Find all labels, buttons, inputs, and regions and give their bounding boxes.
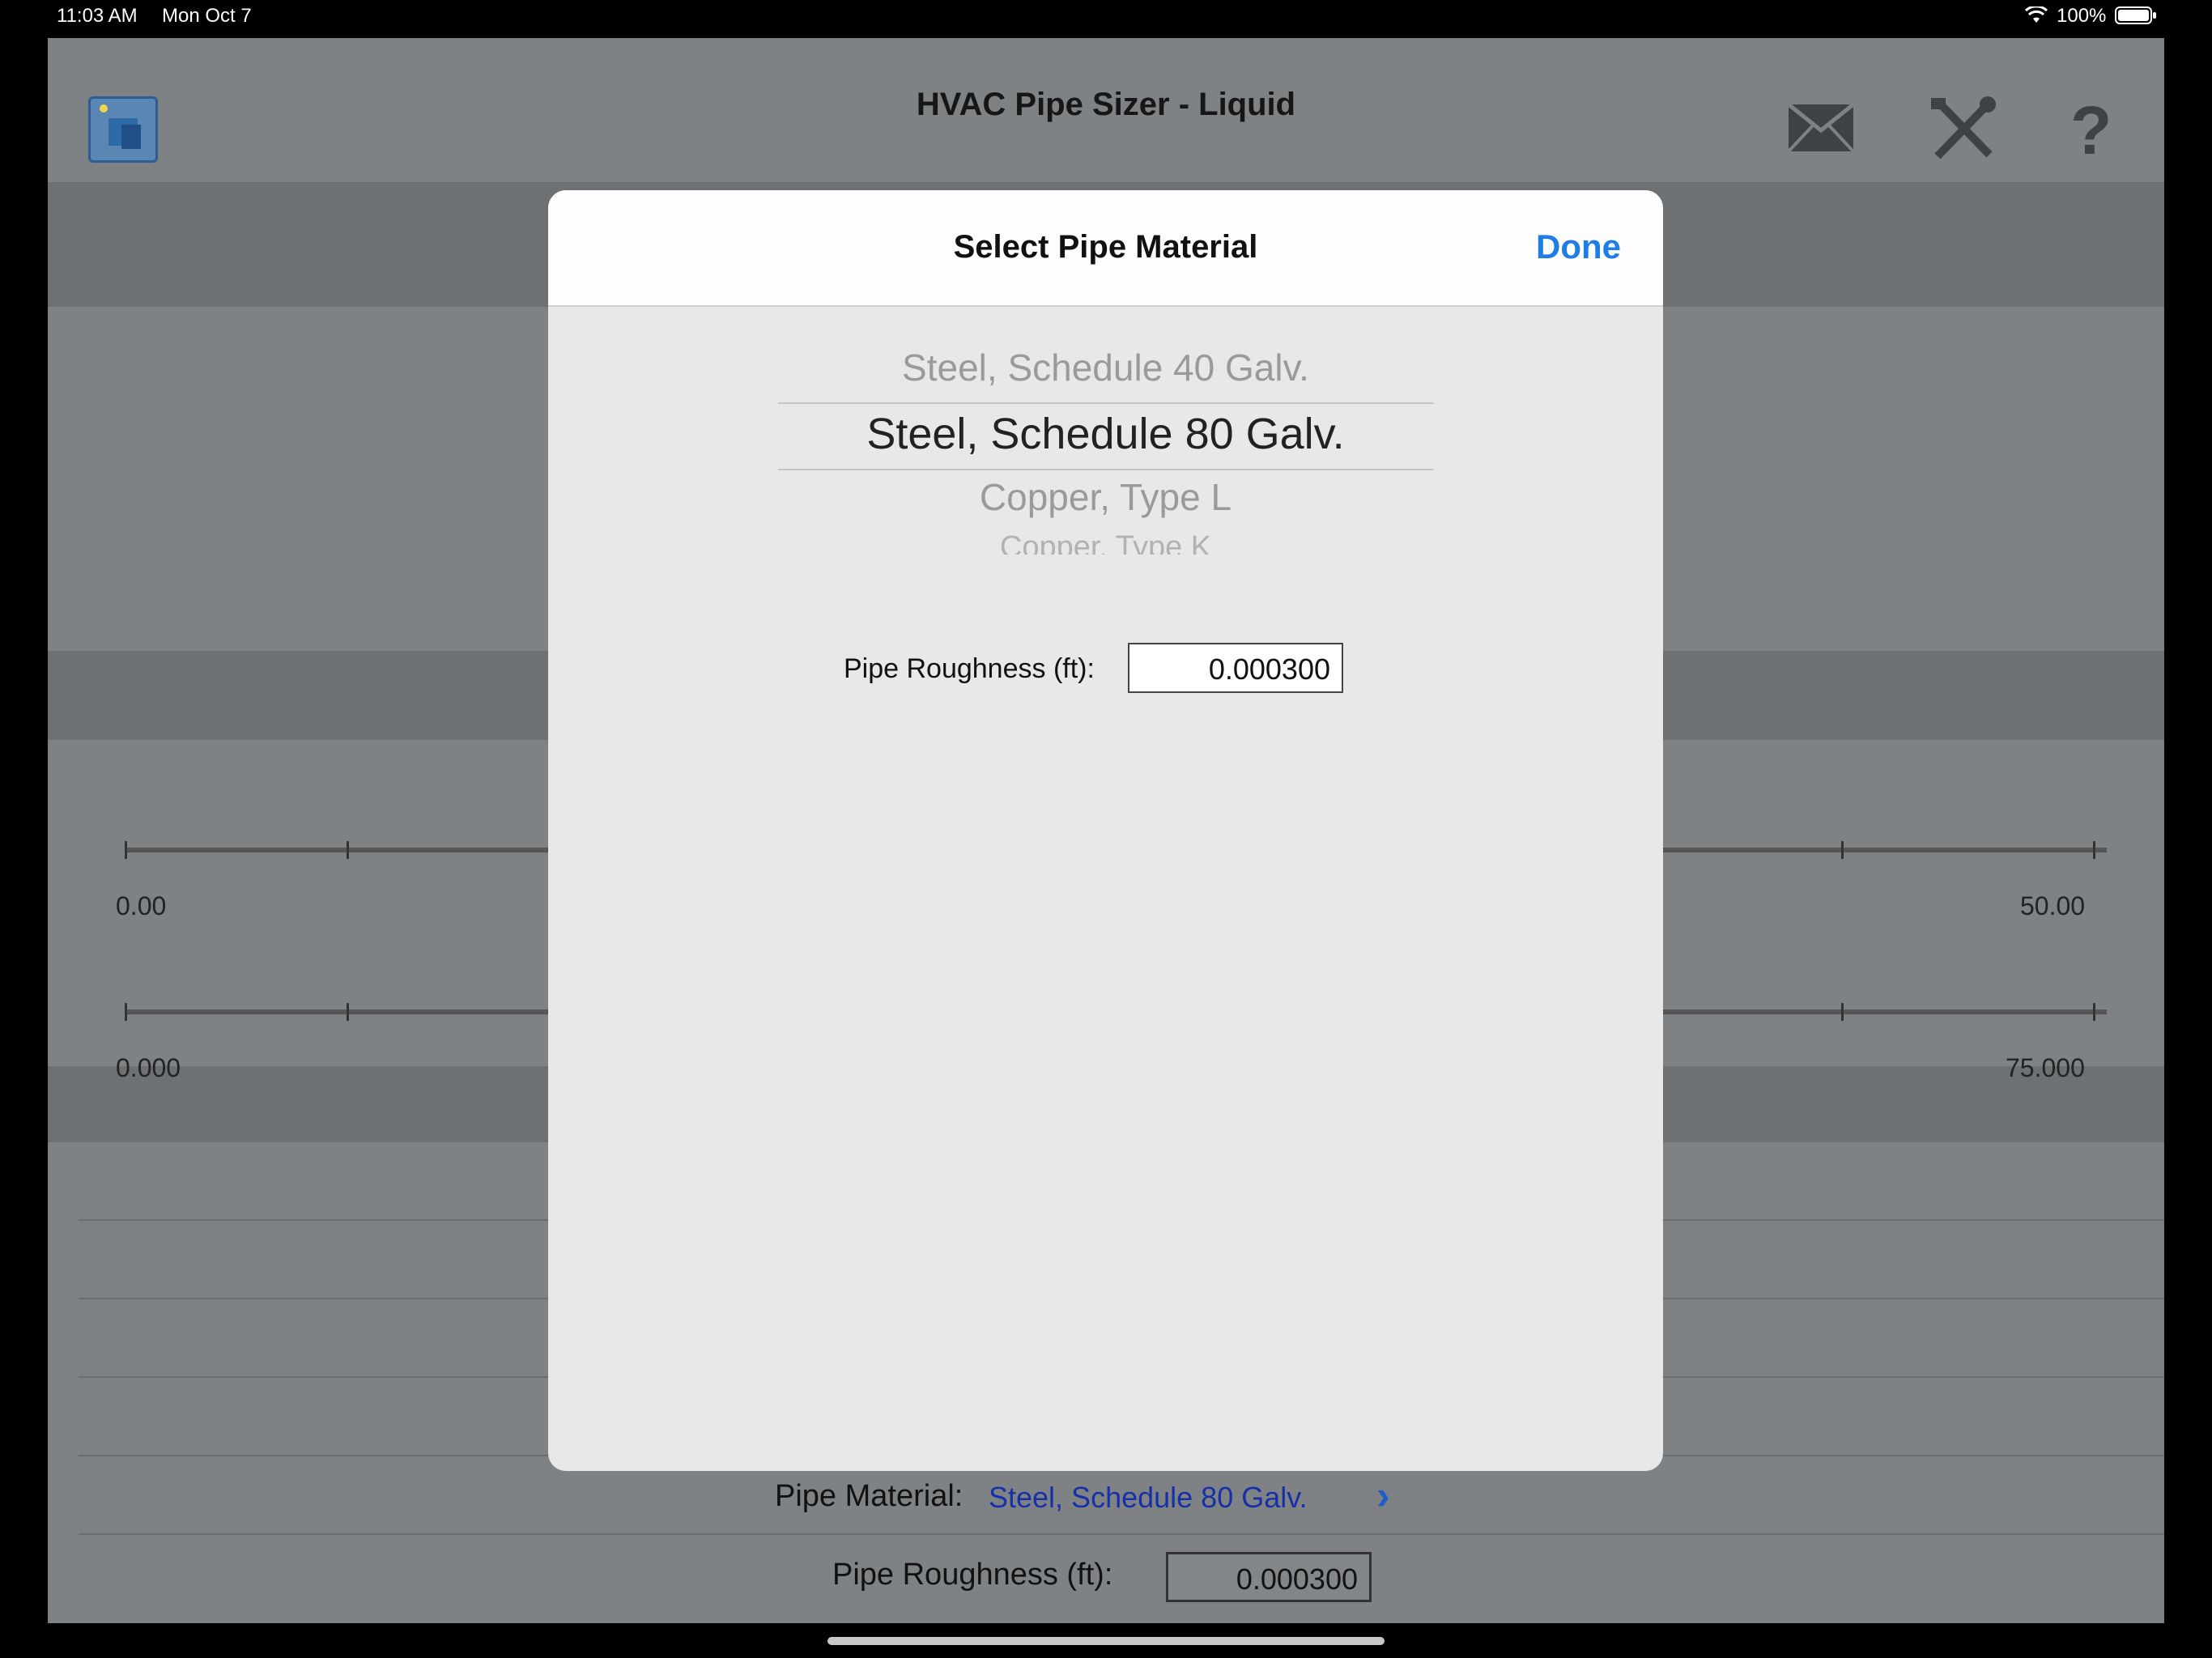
slider-tick — [1841, 1003, 1844, 1021]
slider-tick — [2093, 841, 2095, 859]
scale-max-label: 75.000 — [2006, 1053, 2085, 1082]
battery-percent: 100% — [2057, 5, 2107, 27]
status-time: 11:03 AM — [57, 5, 138, 27]
pipe-material-label: Pipe Material: — [775, 1479, 963, 1513]
slider-tick — [347, 1003, 349, 1021]
modal-pipe-roughness-label: Pipe Roughness (ft): — [844, 653, 1095, 684]
scale-min-label: 0.000 — [116, 1053, 181, 1082]
done-button[interactable]: Done — [1536, 227, 1621, 266]
help-icon[interactable]: ? — [2070, 91, 2112, 170]
wifi-icon — [2024, 5, 2048, 24]
slider-tick — [1841, 841, 1844, 859]
slider-tick — [125, 1003, 127, 1021]
modal-pipe-roughness-field[interactable]: 0.000300 — [1128, 643, 1343, 693]
pipe-roughness-field[interactable]: 0.000300 — [1166, 1552, 1372, 1602]
pipe-material-picker[interactable]: Steel, Schedule 40 Galv. Steel, Schedule… — [548, 305, 1663, 726]
slider-tick — [2093, 1003, 2095, 1021]
picker-selection-line — [778, 402, 1434, 404]
chevron-right-icon[interactable]: › — [1376, 1472, 1390, 1519]
pipe-material-value[interactable]: Steel, Schedule 80 Galv. — [989, 1481, 1308, 1515]
picker-option-selected[interactable]: Steel, Schedule 80 Galv. — [548, 409, 1663, 459]
slider-tick — [125, 841, 127, 859]
picker-selection-line — [778, 469, 1434, 470]
modal-title: Select Pipe Material — [953, 229, 1258, 265]
home-indicator[interactable] — [827, 1637, 1385, 1645]
select-pipe-material-modal: Select Pipe Material Done Steel, Schedul… — [548, 190, 1663, 1471]
modal-header: Select Pipe Material Done — [548, 190, 1663, 307]
slider-tick — [347, 841, 349, 859]
picker-option[interactable]: Copper, Type K — [548, 530, 1663, 555]
picker-option[interactable]: Copper, Type L — [548, 475, 1663, 519]
battery-icon — [2115, 6, 2157, 24]
scale-min-label: 0.00 — [116, 891, 167, 920]
status-date: Mon Oct 7 — [162, 5, 252, 27]
scale-max-label: 50.00 — [2020, 891, 2086, 920]
picker-option[interactable]: Steel, Schedule 40 Galv. — [548, 346, 1663, 389]
mail-icon[interactable] — [1787, 103, 1855, 153]
row-separator — [79, 1533, 2164, 1535]
pipe-roughness-label: Pipe Roughness (ft): — [832, 1558, 1113, 1592]
tools-icon[interactable] — [1929, 96, 1997, 161]
navigation-bar: HVAC Pipe Sizer - Liquid ? — [48, 38, 2164, 184]
